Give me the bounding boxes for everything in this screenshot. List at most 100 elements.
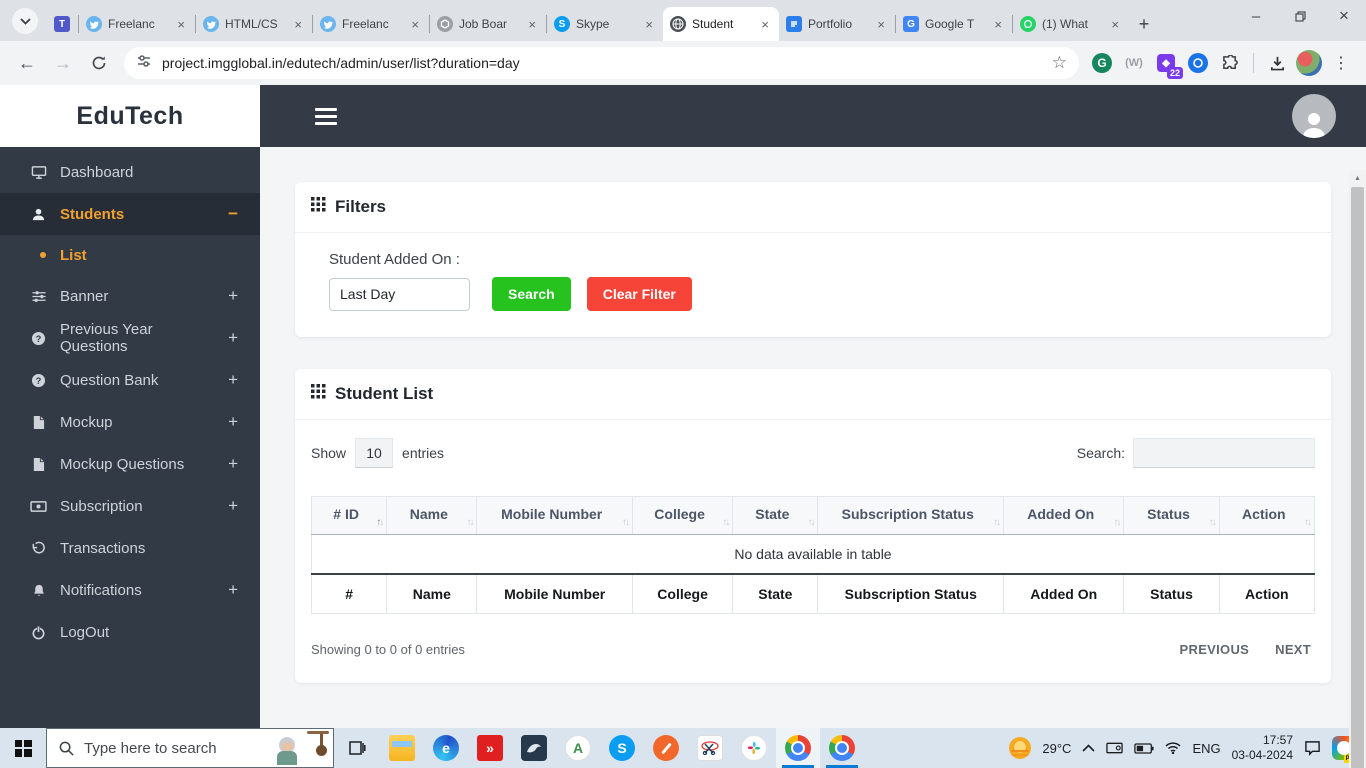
column-header-id[interactable]: # ID ↑↓	[310, 496, 388, 535]
sort-icon[interactable]: ↑↓	[466, 517, 474, 528]
search-highlight-image[interactable]	[273, 729, 333, 767]
action-center-icon[interactable]	[1304, 740, 1321, 756]
cast-display-icon[interactable]	[1106, 741, 1124, 755]
tab-portfolio[interactable]: Portfolio ×	[779, 7, 895, 41]
collapse-minus-icon[interactable]: −	[228, 204, 238, 224]
expand-plus-icon[interactable]: +	[228, 286, 238, 306]
downloads-icon[interactable]	[1262, 48, 1292, 78]
skype-button[interactable]: S	[600, 728, 644, 768]
task-view-button[interactable]	[334, 728, 380, 768]
column-header-state[interactable]: State ↑↓	[732, 496, 819, 535]
sort-icon[interactable]: ↑↓	[993, 517, 1001, 528]
start-button[interactable]	[0, 728, 46, 768]
sort-icon[interactable]: ↑↓	[622, 517, 630, 528]
tab-freelance-1[interactable]: Freelanc ×	[79, 7, 195, 41]
close-tab-icon[interactable]: ×	[642, 17, 656, 32]
table-search-input[interactable]	[1133, 438, 1315, 468]
site-settings-icon[interactable]	[136, 53, 152, 74]
hamburger-menu-icon[interactable]	[315, 104, 337, 129]
expand-plus-icon[interactable]: +	[228, 580, 238, 600]
sidebar-item-mockup[interactable]: Mockup +	[0, 401, 260, 443]
compass-app-button[interactable]: A	[556, 728, 600, 768]
profile-avatar[interactable]	[1294, 48, 1324, 78]
sidebar-item-question-bank[interactable]: ? Question Bank +	[0, 359, 260, 401]
restore-window-button[interactable]	[1278, 0, 1322, 32]
sort-icon[interactable]: ↑↓	[722, 517, 730, 528]
sort-icon[interactable]: ↑↓	[376, 517, 384, 528]
expand-plus-icon[interactable]: +	[228, 412, 238, 432]
sidebar-item-previous-year-questions[interactable]: ? Previous Year Questions +	[0, 317, 260, 359]
tab-search-chevron-icon[interactable]	[12, 8, 38, 34]
slack-button[interactable]	[732, 728, 776, 768]
close-tab-icon[interactable]: ×	[291, 17, 305, 32]
sidebar-item-mockup-questions[interactable]: Mockup Questions +	[0, 443, 260, 485]
pen-app-button[interactable]	[644, 728, 688, 768]
scrollbar-thumb[interactable]	[1351, 187, 1364, 768]
close-tab-icon[interactable]: ×	[1108, 17, 1122, 32]
close-window-button[interactable]: ×	[1322, 0, 1366, 32]
sidebar-item-dashboard[interactable]: Dashboard	[0, 151, 260, 193]
sidebar-subitem-list[interactable]: List	[0, 235, 260, 275]
column-header-action[interactable]: Action ↑↓	[1218, 496, 1316, 535]
expand-plus-icon[interactable]: +	[228, 496, 238, 516]
tab-student-list-active[interactable]: Student ×	[663, 7, 779, 41]
extension-icon-blue[interactable]	[1183, 48, 1213, 78]
hidden-icons-chevron[interactable]	[1082, 744, 1096, 752]
student-added-on-input[interactable]	[329, 277, 470, 311]
close-tab-icon[interactable]: ×	[758, 17, 772, 32]
wifi-icon[interactable]	[1165, 742, 1181, 754]
column-header-name[interactable]: Name ↑↓	[386, 496, 478, 535]
sort-icon[interactable]: ↑↓	[1113, 517, 1121, 528]
tab-whatsapp[interactable]: (1) What ×	[1013, 7, 1129, 41]
column-header-subscription[interactable]: Subscription Status ↑↓	[817, 496, 1005, 535]
sidebar-item-notifications[interactable]: Notifications +	[0, 569, 260, 611]
browser-menu-kebab-icon[interactable]: ⋮	[1326, 48, 1356, 78]
previous-page-button[interactable]: PREVIOUS	[1180, 642, 1250, 657]
clear-filter-button[interactable]: Clear Filter	[586, 277, 692, 311]
chrome-button-active[interactable]	[776, 728, 820, 768]
extensions-puzzle-icon[interactable]	[1215, 48, 1245, 78]
expand-plus-icon[interactable]: +	[228, 454, 238, 474]
sort-icon[interactable]: ↑↓	[1209, 517, 1217, 528]
language-indicator[interactable]: ENG	[1192, 741, 1220, 756]
column-header-added-on[interactable]: Added On ↑↓	[1003, 496, 1125, 535]
extension-badge-icon[interactable]: ◆ 22	[1151, 48, 1183, 79]
tab-skype[interactable]: S Skype ×	[547, 7, 663, 41]
url-text[interactable]: project.imgglobal.in/edutech/admin/user/…	[162, 55, 1042, 71]
sidebar-item-transactions[interactable]: Transactions	[0, 527, 260, 569]
close-tab-icon[interactable]: ×	[174, 17, 188, 32]
file-explorer-button[interactable]	[380, 728, 424, 768]
expand-plus-icon[interactable]: +	[228, 328, 238, 348]
pinned-tab-teams[interactable]: T	[46, 7, 78, 41]
column-header-college[interactable]: College ↑↓	[631, 496, 734, 535]
sidebar-item-logout[interactable]: LogOut	[0, 611, 260, 653]
close-tab-icon[interactable]: ×	[525, 17, 539, 32]
close-tab-icon[interactable]: ×	[874, 17, 888, 32]
next-page-button[interactable]: NEXT	[1275, 642, 1311, 657]
forward-button[interactable]: →	[46, 46, 80, 80]
scroll-up-arrow[interactable]: ▲	[1354, 170, 1361, 186]
reload-button[interactable]	[82, 46, 116, 80]
weather-icon[interactable]	[1009, 737, 1032, 759]
extension-icon[interactable]: (W)	[1119, 48, 1149, 78]
sidebar-item-banner[interactable]: Banner +	[0, 275, 260, 317]
temperature-label[interactable]: 29°C	[1042, 741, 1071, 756]
sort-icon[interactable]: ↑↓	[1304, 517, 1312, 528]
user-avatar[interactable]	[1292, 94, 1336, 138]
sidebar-item-students[interactable]: Students −	[0, 193, 260, 235]
address-bar[interactable]: project.imgglobal.in/edutech/admin/user/…	[124, 47, 1079, 79]
browser-scrollbar[interactable]: ▲ ▼	[1349, 170, 1366, 768]
column-header-mobile[interactable]: Mobile Number ↑↓	[476, 496, 633, 535]
snipping-tool-button[interactable]	[688, 728, 732, 768]
anydesk-button[interactable]: »	[468, 728, 512, 768]
bookmark-star-icon[interactable]: ☆	[1052, 53, 1067, 73]
minimize-window-button[interactable]: –	[1234, 0, 1278, 32]
page-size-select[interactable]: 10	[355, 438, 394, 468]
close-tab-icon[interactable]: ×	[991, 17, 1005, 32]
column-header-status[interactable]: Status ↑↓	[1123, 496, 1220, 535]
battery-icon[interactable]	[1134, 742, 1154, 754]
back-button[interactable]: ←	[10, 46, 44, 80]
sidebar-item-subscription[interactable]: Subscription +	[0, 485, 260, 527]
taskbar-search-box[interactable]: Type here to search	[46, 728, 334, 768]
brand-logo[interactable]: EduTech	[0, 85, 260, 147]
